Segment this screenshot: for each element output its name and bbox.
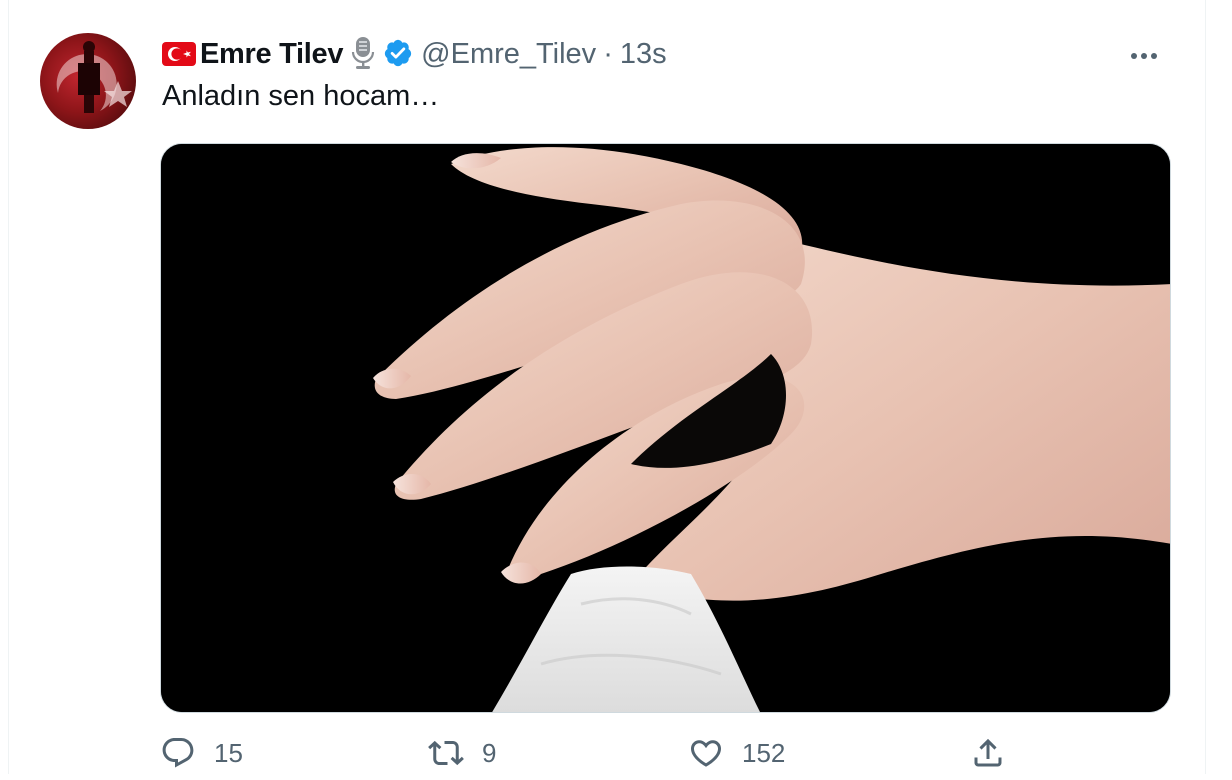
retweet-icon	[428, 740, 464, 766]
like-icon	[690, 740, 722, 767]
avatar-image	[56, 41, 132, 113]
like-button[interactable]: 152	[688, 735, 785, 771]
tweet-media-image[interactable]	[160, 143, 1171, 713]
hand-photo	[161, 144, 1170, 712]
retweet-count: 9	[482, 737, 497, 768]
retweet-button[interactable]: 9	[428, 735, 496, 771]
reply-button[interactable]: 15	[160, 735, 243, 771]
separator-dot: ·	[603, 37, 613, 70]
tweet-actions-bar: 15 9 152	[160, 735, 1171, 780]
handle[interactable]: @Emre_Tilev	[421, 38, 596, 71]
share-button[interactable]	[970, 735, 1006, 771]
microphone-icon	[351, 36, 375, 75]
tweet-text: Anladın sen hocam…	[162, 80, 440, 112]
verified-badge-icon	[383, 38, 413, 73]
display-name[interactable]: Emre Tilev	[200, 38, 343, 71]
timestamp[interactable]: 13s	[620, 38, 667, 71]
share-icon	[974, 738, 1002, 767]
turkey-flag-icon	[162, 42, 196, 66]
more-options-icon[interactable]	[1126, 38, 1162, 74]
avatar[interactable]	[40, 33, 136, 129]
reply-icon	[162, 738, 194, 768]
like-count: 152	[742, 737, 786, 768]
reply-count: 15	[214, 737, 243, 768]
